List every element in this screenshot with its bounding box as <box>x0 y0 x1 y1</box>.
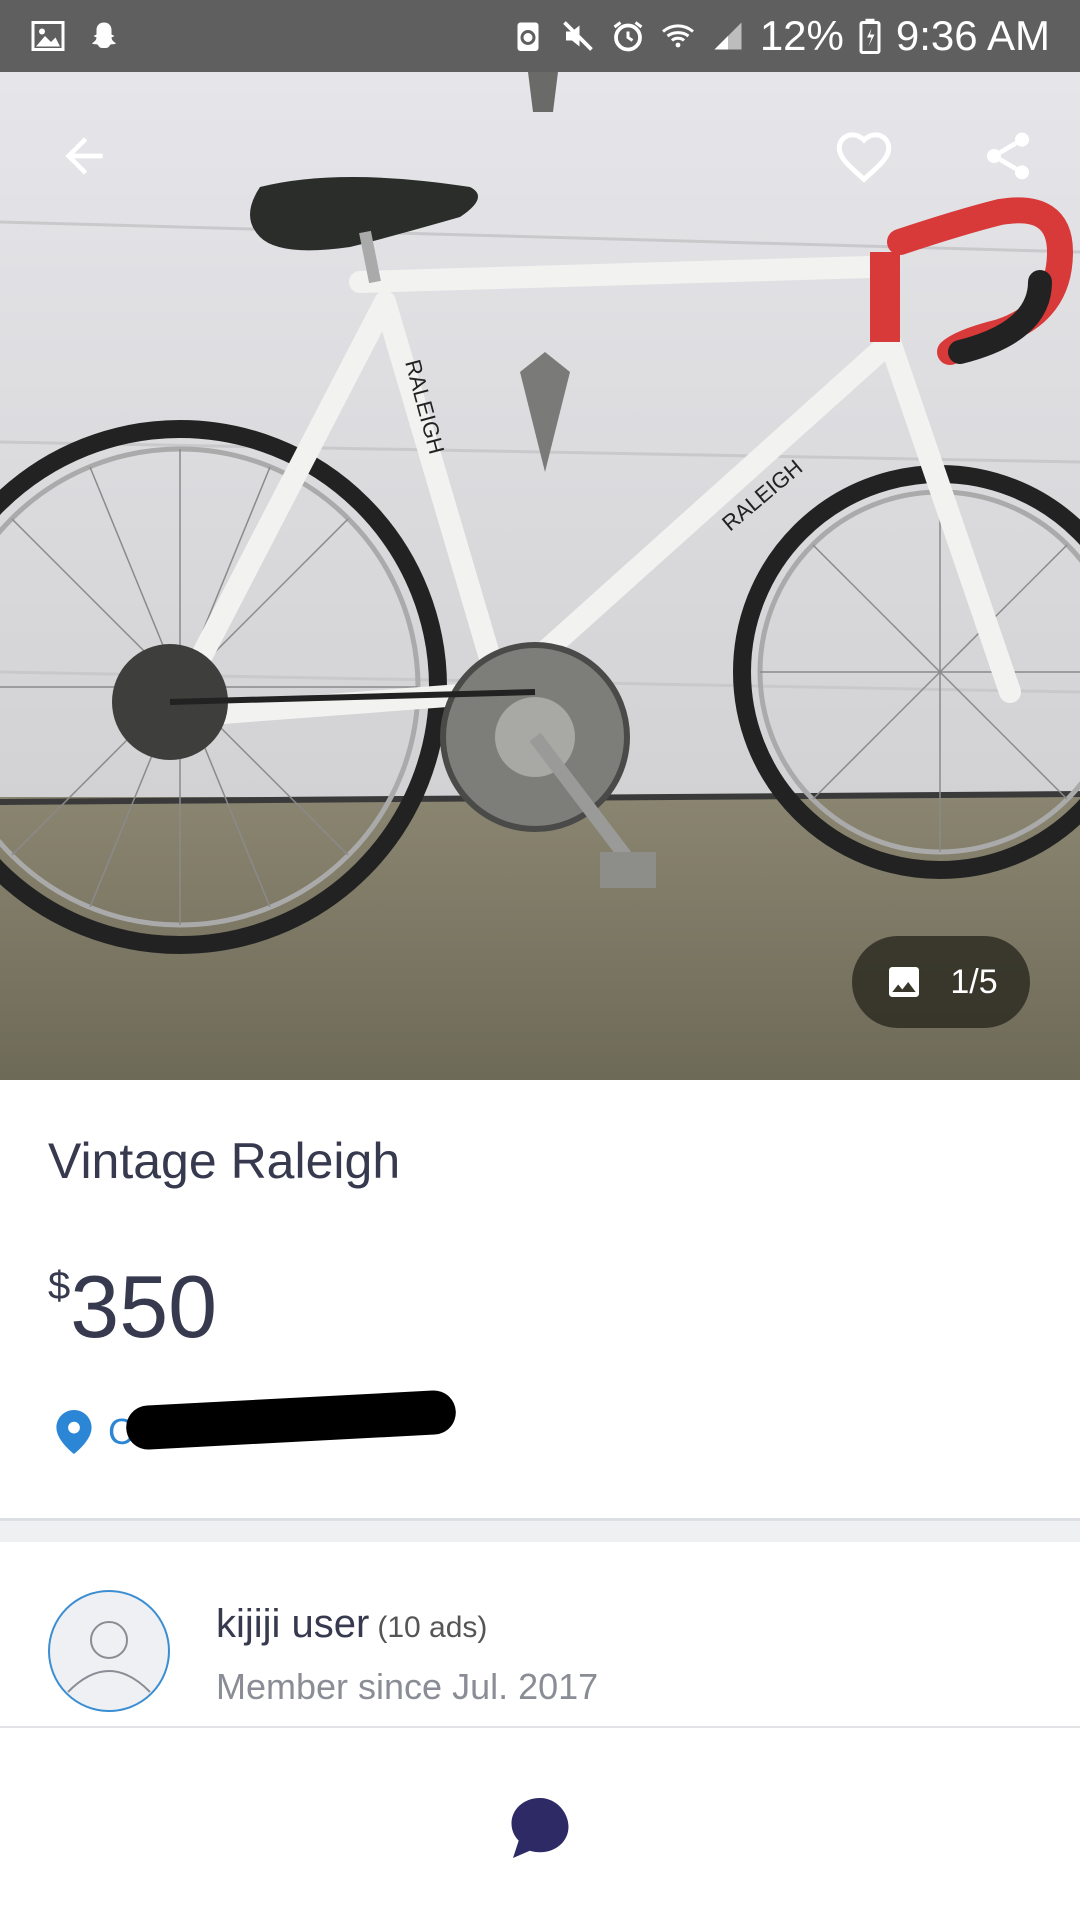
seller-ad-count: (10 ads) <box>377 1611 488 1644</box>
image-icon <box>889 967 920 997</box>
favorite-button[interactable] <box>816 108 912 204</box>
photo-counter[interactable]: 1/5 <box>852 936 1030 1028</box>
alarm-icon <box>613 21 643 52</box>
snapchat-icon <box>92 22 116 48</box>
clock: 9:36 AM <box>895 12 1050 59</box>
listing-photo-gallery[interactable]: RALEIGH RALEIGH 1/5 <box>0 72 1080 1080</box>
avatar[interactable] <box>48 1590 170 1712</box>
battery-percent: 12% <box>759 12 844 59</box>
seller-name-row: kijiji user (10 ads) <box>216 1602 487 1647</box>
status-right: 12% 9:36 AM <box>510 12 1050 60</box>
price-currency: $ <box>48 1264 71 1308</box>
back-button[interactable] <box>36 108 132 204</box>
user-placeholder-icon <box>67 1621 151 1693</box>
seller-name: kijiji user <box>216 1602 370 1646</box>
gallery-icon <box>31 21 65 51</box>
back-arrow-icon <box>65 137 103 175</box>
bottom-action-bar <box>0 1726 1080 1922</box>
location-pin-icon <box>56 1410 92 1454</box>
status-bar: 12% 9:36 AM <box>0 0 1080 72</box>
share-icon <box>987 132 1029 180</box>
battery-icon <box>859 18 881 54</box>
photo-counter-text: 1/5 <box>950 962 998 1001</box>
seller-section[interactable]: kijiji user (10 ads) Member since Jul. 20… <box>0 1542 1080 1726</box>
listing-price: $ 350 <box>48 1256 217 1358</box>
redaction-mark <box>125 1389 457 1451</box>
price-amount: 350 <box>70 1257 218 1356</box>
section-divider <box>0 1518 1080 1545</box>
heart-icon <box>836 132 892 183</box>
share-button[interactable] <box>960 108 1056 204</box>
wifi-icon <box>661 24 694 48</box>
listing-title: Vintage Raleigh <box>48 1133 401 1189</box>
signal-icon <box>714 22 742 50</box>
chat-icon <box>511 1798 569 1858</box>
listing-photo: RALEIGH RALEIGH <box>0 72 1080 1080</box>
member-since: Member since Jul. 2017 <box>216 1666 599 1707</box>
recycle-icon <box>517 22 539 51</box>
status-left <box>30 18 122 54</box>
mute-icon <box>563 21 593 51</box>
chat-button[interactable] <box>500 1788 580 1868</box>
listing-location[interactable]: C <box>56 1410 134 1454</box>
